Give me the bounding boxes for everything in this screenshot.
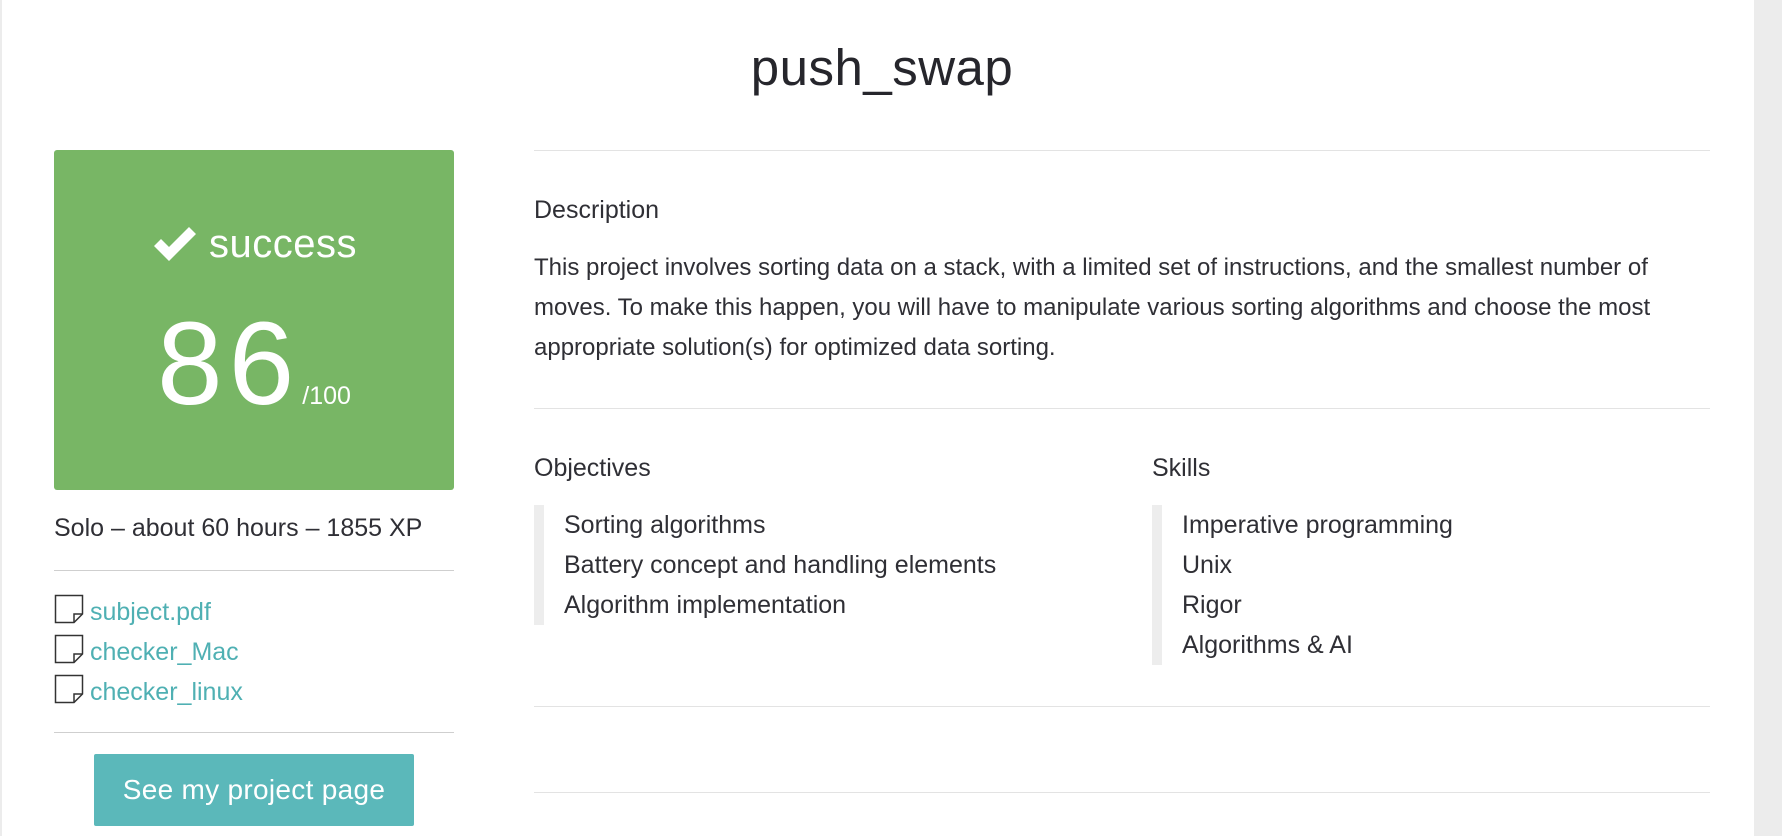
score-row: 86 /100 (54, 305, 454, 423)
description-heading: Description (534, 196, 660, 224)
project-page: push_swap success 86 /100 Solo – about 6… (0, 0, 1754, 836)
objective-item: Algorithm implementation (564, 591, 847, 619)
skill-item: Algorithms & AI (1182, 631, 1353, 659)
status-label: success (209, 222, 357, 266)
skill-item: Imperative programming (1182, 511, 1453, 539)
attachment-link-subject-pdf[interactable]: subject.pdf (90, 598, 211, 627)
description-text: This project involves sorting data on a … (534, 254, 1651, 361)
objective-item: Sorting algorithms (564, 511, 766, 539)
attachment-item: subject.pdf (54, 592, 243, 632)
skill-item: Unix (1182, 551, 1233, 579)
divider (534, 792, 1710, 793)
skills-heading: Skills (1152, 454, 1211, 482)
score-value: 86 (157, 298, 301, 430)
objective-item: Battery concept and handling elements (564, 551, 997, 579)
attachment-link-checker-mac[interactable]: checker_Mac (90, 638, 239, 667)
file-icon (54, 594, 84, 624)
divider (54, 732, 454, 733)
objectives-heading: Objectives (534, 454, 651, 482)
skills-list: Imperative programming Unix Rigor Algori… (1152, 505, 1453, 665)
checkmark-icon (151, 224, 199, 266)
divider (534, 150, 1710, 151)
project-meta: Solo – about 60 hours – 1855 XP (54, 514, 423, 542)
see-project-page-button[interactable]: See my project page (94, 754, 414, 826)
score-max: /100 (302, 382, 351, 410)
divider (54, 570, 454, 571)
attachments-list: subject.pdf checker_Mac checker_linux (54, 592, 243, 712)
divider (534, 408, 1710, 409)
attachment-item: checker_Mac (54, 632, 243, 672)
attachment-link-checker-linux[interactable]: checker_linux (90, 678, 243, 707)
page-title: push_swap (750, 39, 1014, 96)
objectives-list: Sorting algorithms Battery concept and h… (534, 505, 996, 625)
score-card: success 86 /100 (54, 150, 454, 490)
skill-item: Rigor (1182, 591, 1242, 619)
file-icon (54, 674, 84, 704)
divider (534, 706, 1710, 707)
file-icon (54, 634, 84, 664)
status-row: success (54, 222, 454, 267)
attachment-item: checker_linux (54, 672, 243, 712)
